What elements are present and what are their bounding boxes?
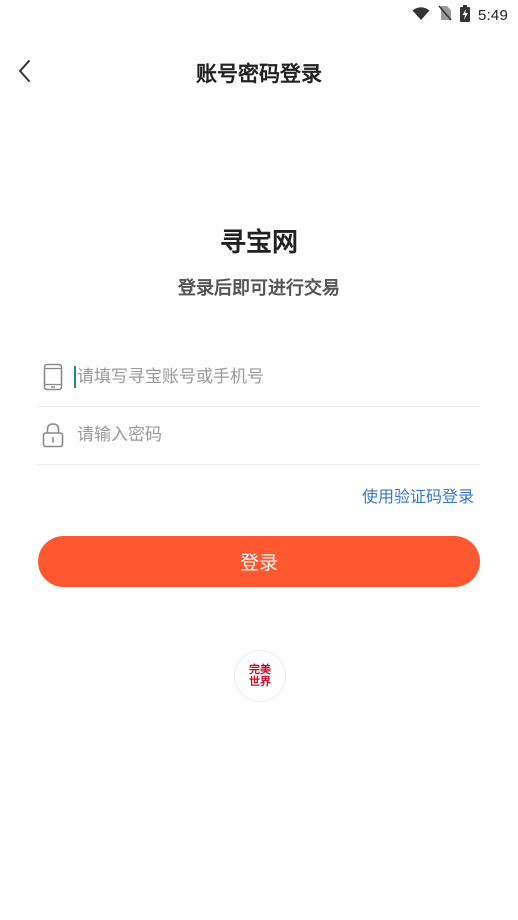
header: 账号密码登录 xyxy=(0,46,518,100)
status-time: 5:49 xyxy=(478,6,508,24)
perfect-world-login-button[interactable]: 完美 世界 xyxy=(234,650,286,702)
perfect-world-logo: 完美 世界 xyxy=(247,664,273,688)
password-field-row xyxy=(38,406,480,465)
password-input[interactable] xyxy=(77,425,437,445)
brand-title: 寻宝网 xyxy=(219,228,298,258)
phone-icon xyxy=(38,362,68,392)
page-title: 账号密码登录 xyxy=(196,62,322,86)
battery-charging-icon xyxy=(460,4,470,26)
login-page: 5:49 账号密码登录 寻宝网 登录后即可进行交易 请填写寻宝账号或手机号 使用… xyxy=(0,0,518,920)
login-button[interactable]: 登录 xyxy=(38,536,480,587)
brand-subtitle: 登录后即可进行交易 xyxy=(178,278,340,299)
sms-login-link[interactable]: 使用验证码登录 xyxy=(362,483,474,507)
text-caret xyxy=(74,366,76,388)
status-icons: 5:49 xyxy=(412,4,508,26)
wifi-icon xyxy=(412,6,430,25)
account-input[interactable] xyxy=(77,367,437,387)
no-sim-icon xyxy=(438,5,452,25)
status-bar: 5:49 xyxy=(0,0,518,30)
logo-line-2: 世界 xyxy=(249,675,271,688)
lock-icon xyxy=(38,420,68,450)
account-field-row xyxy=(38,348,480,407)
